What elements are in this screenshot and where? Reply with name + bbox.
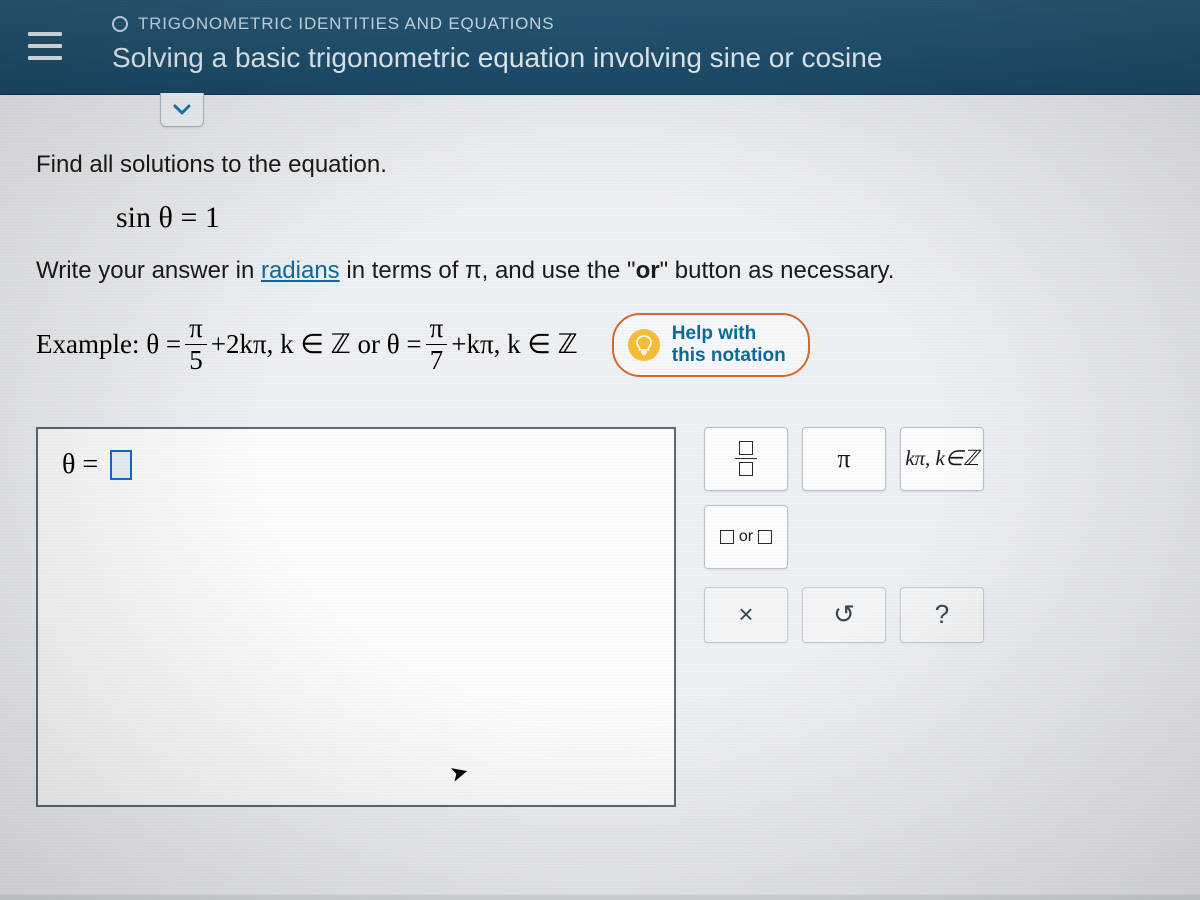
radians-link[interactable]: radians (261, 257, 340, 284)
example-text: Example: θ = π 5 +2kπ, k ∈ ℤ or θ = π 7 … (36, 315, 578, 374)
frac1-den: 5 (185, 345, 207, 374)
or-button[interactable]: or (704, 505, 788, 569)
category-row: TRIGONOMETRIC IDENTITIES AND EQUATIONS (112, 14, 882, 34)
tool-panel: π kπ, k∈ℤ or × ↺ ? (704, 427, 1004, 643)
lightbulb-icon (628, 329, 660, 361)
pi-button[interactable]: π (802, 427, 886, 491)
page-title: Solving a basic trigonometric equation i… (112, 42, 882, 74)
radio-icon (112, 16, 128, 32)
example-label: Example: θ = (36, 329, 181, 360)
chevron-down-icon (173, 104, 191, 116)
example-row: Example: θ = π 5 +2kπ, k ∈ ℤ or θ = π 7 … (36, 313, 1164, 377)
help-text: Help with this notation (672, 323, 786, 367)
undo-button[interactable]: ↺ (802, 587, 886, 643)
example-part2: +kπ, k ∈ ℤ (451, 329, 577, 360)
dropdown-tab[interactable] (160, 93, 204, 127)
equation: sin θ = 1 (116, 201, 1164, 235)
answer-box[interactable]: θ = (36, 427, 676, 807)
example-frac1: π 5 (185, 315, 207, 374)
instr2-pre: Write your answer in (36, 257, 261, 284)
fraction-button[interactable] (704, 427, 788, 491)
help-notation-button[interactable]: Help with this notation (612, 313, 810, 377)
kpi-z-button[interactable]: kπ, k∈ℤ (900, 427, 984, 491)
content: Find all solutions to the equation. sin … (0, 95, 1200, 895)
header-text: TRIGONOMETRIC IDENTITIES AND EQUATIONS S… (112, 14, 882, 74)
instruction: Find all solutions to the equation. (36, 95, 1164, 179)
frac2-den: 7 (426, 345, 448, 374)
tool-grid: π kπ, k∈ℤ or (704, 427, 1004, 569)
help-line1: Help with (672, 323, 786, 345)
theta-prefix: θ = (62, 449, 98, 481)
work-row: θ = π kπ, k∈ℤ or (36, 427, 1164, 807)
clear-button[interactable]: × (704, 587, 788, 643)
frac1-num: π (185, 315, 207, 345)
theta-equation: θ = (62, 449, 650, 481)
equation-rhs: 1 (205, 201, 220, 234)
or-label: or (739, 528, 753, 546)
menu-icon[interactable] (28, 32, 62, 60)
header: TRIGONOMETRIC IDENTITIES AND EQUATIONS S… (0, 0, 1200, 95)
help-button[interactable]: ? (900, 587, 984, 643)
answer-placeholder[interactable] (110, 450, 132, 480)
instr2-post: " button as necessary. (660, 257, 895, 284)
instruction2: Write your answer in radians in terms of… (36, 257, 1164, 285)
instr2-mid: in terms of π, and use the " (340, 257, 636, 284)
category-label: TRIGONOMETRIC IDENTITIES AND EQUATIONS (138, 14, 554, 34)
control-row: × ↺ ? (704, 587, 1004, 643)
or-word: or (636, 257, 660, 284)
frac2-num: π (426, 315, 448, 345)
example-part1: +2kπ, k ∈ ℤ or θ = (211, 329, 422, 360)
equation-lhs: sin θ (116, 201, 173, 234)
help-line2: this notation (672, 345, 786, 367)
example-frac2: π 7 (426, 315, 448, 374)
